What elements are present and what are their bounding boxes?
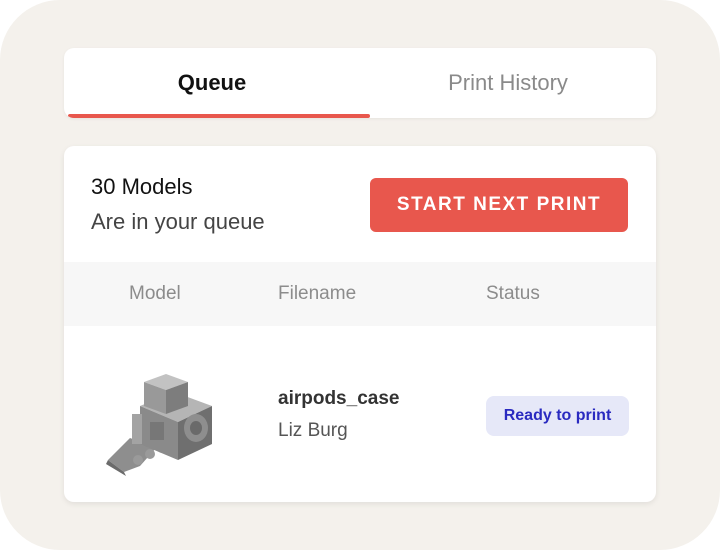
tab-queue[interactable]: Queue [64,48,360,118]
row-owner: Liz Burg [278,420,348,441]
queue-count: 30 Models [91,174,193,199]
row-filename: airpods_case [278,388,400,409]
column-header-filename: Filename [278,283,357,304]
start-next-print-button[interactable]: START NEXT PRINT [370,178,628,232]
tab-print-history-label: Print History [448,70,568,95]
queue-subtitle: Are in your queue [91,209,265,234]
status-badge: Ready to print [486,396,629,436]
tab-print-history[interactable]: Print History [360,48,656,118]
table-header: Model Filename Status [64,262,656,326]
3d-model-thumbnail-icon [100,356,230,476]
column-header-model: Model [129,283,181,304]
tab-queue-label: Queue [177,70,247,95]
active-tab-indicator [68,114,370,118]
table-row[interactable]: airpods_case Liz Burg Ready to print [64,326,656,502]
queue-card: 30 Models Are in your queue START NEXT P… [64,146,656,502]
column-header-status: Status [486,283,540,304]
app-frame: Queue Print History 30 Models Are in you… [0,0,720,550]
tab-bar: Queue Print History [64,48,656,118]
